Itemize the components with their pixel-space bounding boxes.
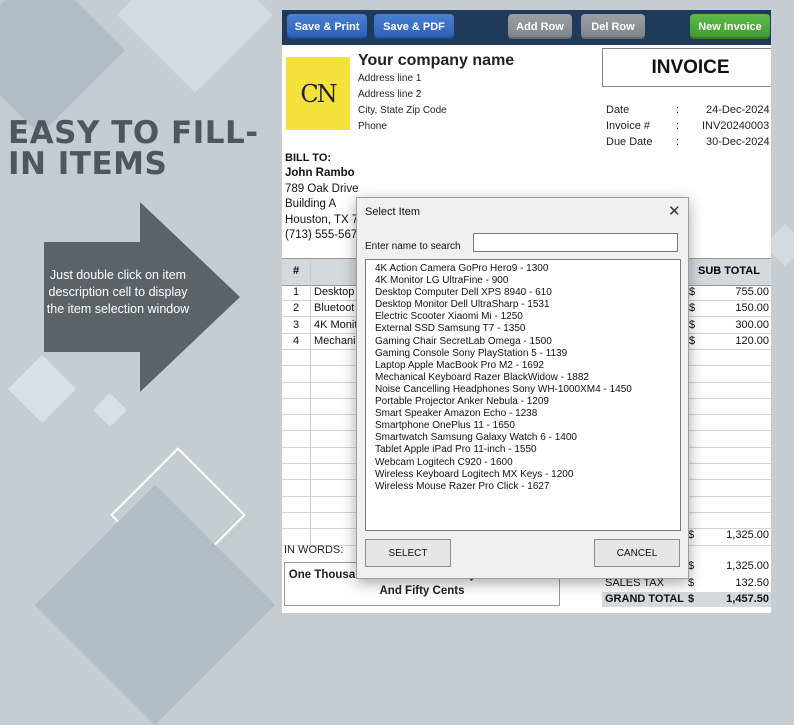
- sales-tax-value: $ 132.50: [686, 576, 771, 591]
- company-logo: CN: [286, 57, 350, 130]
- in-words-label: IN WORDS:: [284, 544, 344, 556]
- save-print-button[interactable]: Save & Print: [287, 14, 367, 39]
- list-item[interactable]: Tablet Apple iPad Pro 11-inch - 1550: [375, 444, 680, 456]
- list-item[interactable]: Desktop Computer Dell XPS 8940 - 610: [375, 287, 680, 299]
- new-invoice-button[interactable]: New Invoice: [690, 14, 770, 39]
- address-line-1: Address line 1: [358, 73, 422, 84]
- search-label: Enter name to search: [365, 241, 461, 252]
- list-item[interactable]: Gaming Console Sony PlayStation 5 - 1139: [375, 348, 680, 360]
- dialog-title: Select Item: [365, 206, 421, 218]
- currency-symbol: $: [688, 593, 695, 605]
- list-item[interactable]: 4K Action Camera GoPro Hero9 - 1300: [375, 263, 680, 275]
- bill-to-label: BILL TO:: [285, 152, 332, 164]
- list-item[interactable]: Webcam Logitech C920 - 1600: [375, 457, 680, 469]
- address-line-2: Address line 2: [358, 89, 422, 100]
- promo-instruction: Just double click on item description ce…: [46, 268, 190, 316]
- taxable-value: $ 1,325.00: [686, 559, 771, 574]
- list-item[interactable]: External SSD Samsung T7 - 1350: [375, 323, 680, 335]
- row-number: 4: [293, 334, 300, 347]
- close-icon[interactable]: ✕: [668, 202, 681, 220]
- row-subtotal: 755.00: [735, 286, 769, 298]
- add-row-button[interactable]: Add Row: [508, 14, 572, 39]
- list-item[interactable]: Smartwatch Samsung Galaxy Watch 6 - 1400: [375, 432, 680, 444]
- item-listbox[interactable]: 4K Action Camera GoPro Hero9 - 1300 4K Mo…: [365, 259, 681, 531]
- client-phone[interactable]: (713) 555-5678: [285, 229, 364, 241]
- currency-symbol: $: [689, 318, 696, 331]
- subtotal-amount: 1,325.00: [726, 529, 769, 541]
- item-description[interactable]: Bluetoot: [314, 301, 358, 316]
- row-subtotal: 300.00: [735, 318, 769, 331]
- del-row-button[interactable]: Del Row: [581, 14, 645, 39]
- subtotal-value: $ 1,325.00: [686, 528, 771, 543]
- list-item[interactable]: Noise Cancelling Headphones Sony WH-1000…: [375, 384, 680, 396]
- currency-symbol: $: [689, 286, 696, 298]
- invoice-number-value[interactable]: INV20240003: [702, 120, 769, 132]
- row-subtotal: 120.00: [735, 334, 769, 347]
- list-item[interactable]: Gaming Chair SecretLab Omega - 1500: [375, 336, 680, 348]
- currency-symbol: $: [689, 302, 696, 315]
- row-number: 2: [293, 302, 300, 315]
- client-street[interactable]: 789 Oak Drive: [285, 183, 359, 195]
- row-number: 3: [293, 318, 300, 331]
- select-item-dialog: Select Item ✕ Enter name to search 4K Ac…: [356, 197, 689, 579]
- list-item[interactable]: Wireless Mouse Razer Pro Click - 1627: [375, 481, 680, 493]
- cancel-button[interactable]: CANCEL: [594, 539, 680, 567]
- taxable-amount: 1,325.00: [726, 560, 769, 572]
- toolbar: Save & Print Save & PDF Add Row Del Row …: [282, 10, 771, 45]
- logo-text: CN: [300, 79, 337, 108]
- list-item[interactable]: Portable Projector Anker Nebula - 1209: [375, 396, 680, 408]
- list-item[interactable]: Smartphone OnePlus 11 - 1650: [375, 420, 680, 432]
- date-label: Date: [606, 104, 630, 116]
- date-value[interactable]: 24-Dec-2024: [706, 104, 770, 116]
- grand-total-amount: 1,457.50: [726, 593, 769, 605]
- select-button[interactable]: SELECT: [365, 539, 451, 567]
- col-number-header: #: [293, 265, 300, 277]
- row-number: 1: [293, 286, 300, 298]
- invoice-title: INVOICE: [602, 48, 771, 87]
- background-diamond: [93, 393, 127, 427]
- search-input[interactable]: [473, 233, 678, 252]
- colon: :: [676, 120, 680, 132]
- grand-total-label: GRAND TOTAL: [602, 592, 686, 607]
- promo-headline: EASY TO FILL-IN ITEMS: [8, 115, 259, 182]
- list-item[interactable]: Desktop Monitor Dell UltraSharp - 1531: [375, 299, 680, 311]
- colon: :: [676, 136, 680, 148]
- company-name: Your company name: [358, 52, 515, 69]
- due-date-label: Due Date: [606, 136, 653, 148]
- sales-tax-amount: 132.50: [735, 577, 769, 589]
- item-description[interactable]: Mechani: [314, 334, 358, 349]
- list-item[interactable]: Smart Speaker Amazon Echo - 1238: [375, 408, 680, 420]
- grand-total-value: $ 1,457.50: [686, 592, 771, 607]
- list-item[interactable]: 4K Monitor LG UltraFine - 900: [375, 275, 680, 287]
- row-subtotal: 150.00: [735, 302, 769, 315]
- item-description[interactable]: 4K Monit: [314, 318, 358, 333]
- company-city: City, State Zip Code: [358, 105, 447, 116]
- col-subtotal-header: SUB TOTAL: [698, 265, 760, 277]
- client-city[interactable]: Houston, TX 77: [285, 214, 365, 226]
- client-name[interactable]: John Rambo: [285, 167, 355, 179]
- due-date-value[interactable]: 30-Dec-2024: [706, 136, 770, 148]
- list-item[interactable]: Mechanical Keyboard Razer BlackWidow - 1…: [375, 372, 680, 384]
- list-item[interactable]: Wireless Keyboard Logitech MX Keys - 120…: [375, 469, 680, 481]
- background-diamond: [117, 0, 273, 93]
- invoice-number-label: Invoice #: [606, 120, 651, 132]
- client-building[interactable]: Building A: [285, 198, 336, 210]
- save-pdf-button[interactable]: Save & PDF: [374, 14, 454, 39]
- company-phone: Phone: [358, 121, 387, 132]
- colon: :: [676, 104, 680, 116]
- currency-symbol: $: [689, 334, 696, 347]
- list-item[interactable]: Laptop Apple MacBook Pro M2 - 1692: [375, 360, 680, 372]
- list-item[interactable]: Electric Scooter Xiaomi Mi - 1250: [375, 311, 680, 323]
- item-description[interactable]: Desktop: [314, 285, 358, 300]
